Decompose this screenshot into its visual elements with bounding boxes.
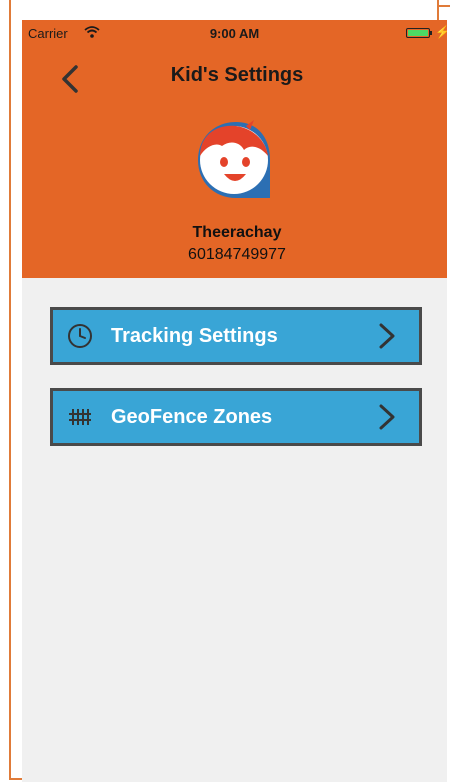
status-time: 9:00 AM [209, 26, 260, 41]
tracking-settings-label: Tracking Settings [111, 324, 278, 347]
kid-avatar[interactable] [190, 116, 282, 208]
battery-icon [406, 28, 430, 38]
kid-phone: 60184749977 [188, 246, 286, 263]
battery-tip [430, 31, 432, 35]
geofence-zones-button[interactable]: GeoFence Zones [50, 388, 422, 446]
header: Carrier 9:00 AM ⚡ Kid's Settings Theerac… [22, 20, 447, 278]
fence-icon [65, 402, 95, 432]
app-screen: Carrier 9:00 AM ⚡ Kid's Settings Theerac… [22, 20, 447, 782]
tracking-settings-button[interactable]: Tracking Settings [50, 307, 422, 365]
status-bar: Carrier 9:00 AM ⚡ [22, 20, 447, 46]
chevron-right-icon [379, 404, 395, 430]
chevron-right-icon [379, 323, 395, 349]
clock-icon [65, 321, 95, 351]
kid-name: Theerachay [192, 224, 282, 241]
page-title: Kid's Settings [170, 64, 304, 86]
charging-icon: ⚡ [435, 25, 447, 39]
geofence-zones-label: GeoFence Zones [111, 405, 273, 428]
